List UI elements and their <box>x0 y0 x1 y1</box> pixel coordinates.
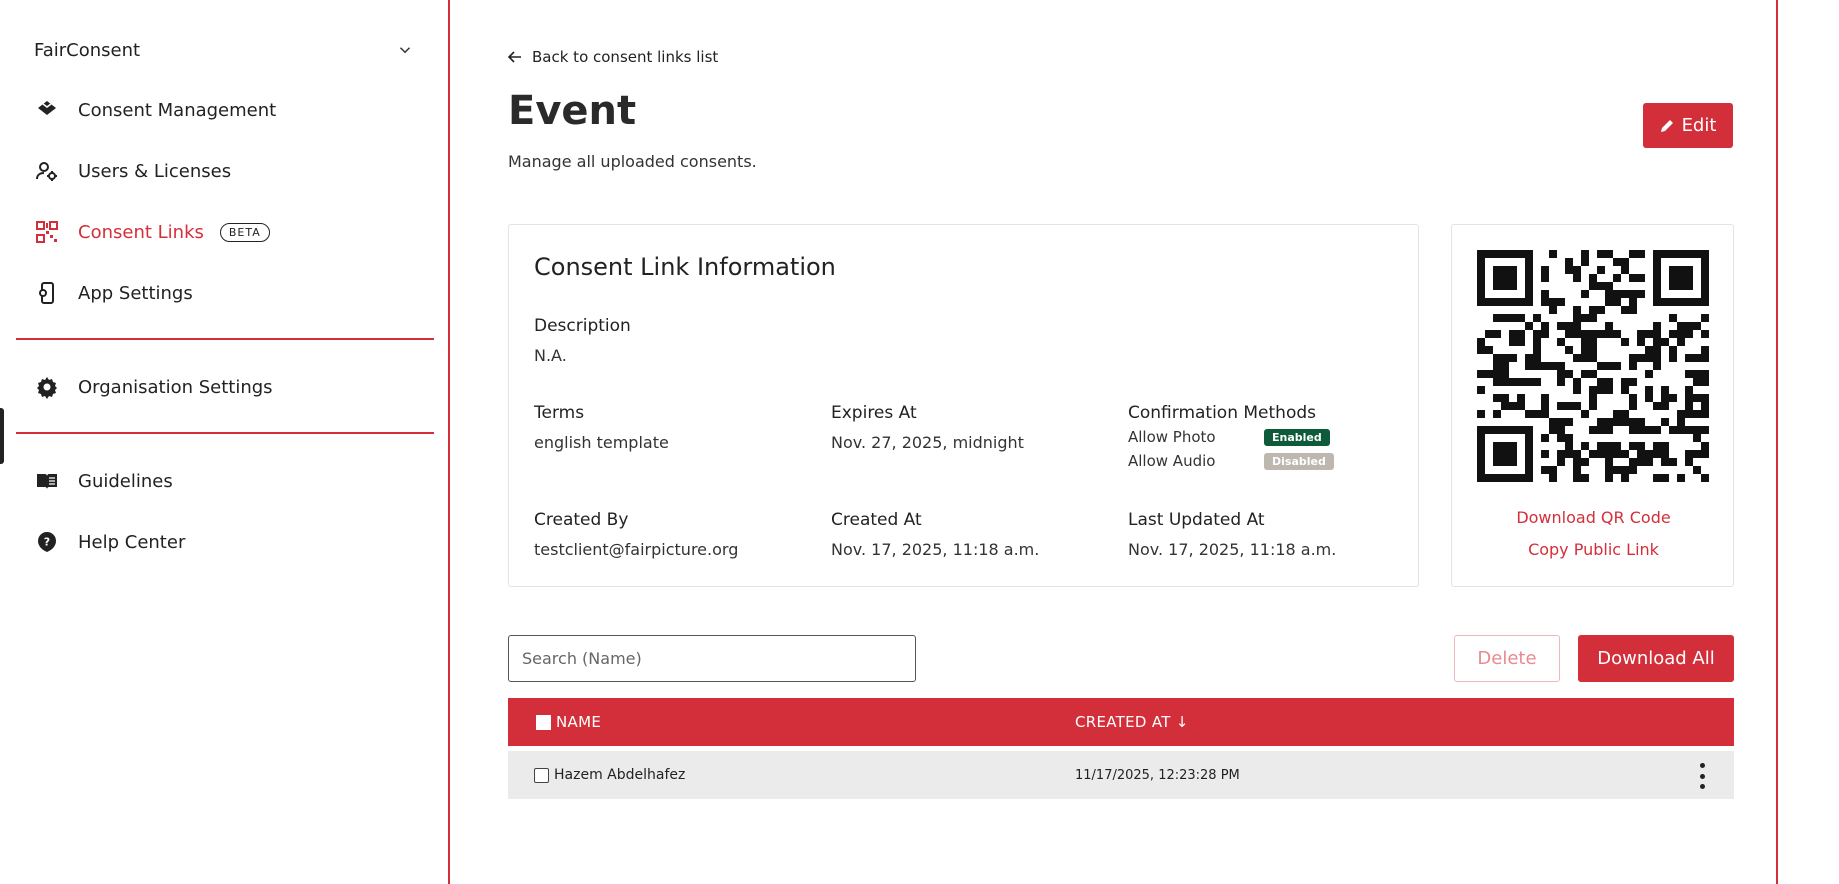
copy-public-link[interactable]: Copy Public Link <box>1452 540 1735 559</box>
column-label: NAME <box>556 713 602 731</box>
sidebar-collapse-handle[interactable] <box>0 408 4 464</box>
help-icon: ? <box>34 529 60 555</box>
delete-button[interactable]: Delete <box>1454 635 1560 682</box>
created-at-cell: 11/17/2025, 12:23:28 PM <box>1075 767 1240 783</box>
method-row: Allow Audio Disabled <box>1128 449 1334 473</box>
sidebar-item-users-licenses[interactable]: Users & Licenses <box>34 151 231 191</box>
book-icon <box>34 468 60 494</box>
created-by-label: Created By <box>534 510 629 530</box>
updated-at-label: Last Updated At <box>1128 510 1265 530</box>
terms-value: english template <box>534 433 669 452</box>
expires-field: Expires At Nov. 27, 2025, midnight <box>831 403 1024 452</box>
info-card-title: Consent Link Information <box>534 253 836 281</box>
sidebar-item-label: Organisation Settings <box>78 376 273 398</box>
download-all-button[interactable]: Download All <box>1578 635 1734 682</box>
created-at-field: Created At Nov. 17, 2025, 11:18 a.m. <box>831 510 1039 559</box>
expires-value: Nov. 27, 2025, midnight <box>831 433 1024 452</box>
edit-button[interactable]: Edit <box>1643 103 1733 148</box>
method-name: Allow Audio <box>1128 452 1216 470</box>
expires-label: Expires At <box>831 403 917 423</box>
confirmation-methods-label: Confirmation Methods <box>1128 403 1317 423</box>
select-all-checkbox[interactable] <box>536 714 551 730</box>
method-name: Allow Photo <box>1128 428 1216 446</box>
sidebar-item-guidelines[interactable]: Guidelines <box>34 461 173 501</box>
sidebar-item-help-center[interactable]: ? Help Center <box>34 522 185 562</box>
row-checkbox[interactable] <box>534 767 549 783</box>
sidebar: FairConsent Consent Management Users & L… <box>0 0 450 884</box>
gear-icon <box>34 374 60 400</box>
sidebar-item-label: Users & Licenses <box>78 160 232 182</box>
created-by-value: testclient@fairpicture.org <box>534 540 739 559</box>
edit-button-label: Edit <box>1681 115 1717 136</box>
page-title: Event <box>508 88 637 134</box>
table-row[interactable]: Hazem Abdelhafez 11/17/2025, 12:23:28 PM <box>508 751 1734 799</box>
sidebar-divider <box>16 432 434 434</box>
main-content: Back to consent links list Event Manage … <box>508 0 1734 884</box>
sidebar-item-organisation-settings[interactable]: Organisation Settings <box>34 367 273 407</box>
beta-badge: BETA <box>219 222 270 242</box>
sidebar-item-label: Consent Management <box>78 99 277 121</box>
arrow-left-icon <box>508 51 521 63</box>
org-name: FairConsent <box>34 39 141 61</box>
sidebar-item-consent-links[interactable]: Consent Links BETA <box>34 212 270 252</box>
more-options-icon[interactable] <box>1694 763 1710 789</box>
chevron-down-icon <box>399 47 411 54</box>
download-qr-link[interactable]: Download QR Code <box>1452 508 1735 527</box>
svg-text:?: ? <box>44 536 50 549</box>
back-link-label: Back to consent links list <box>532 48 719 66</box>
sidebar-item-label: App Settings <box>78 282 193 304</box>
row-name: Hazem Abdelhafez <box>554 767 686 783</box>
user-gear-icon <box>34 158 60 184</box>
search-input[interactable] <box>508 635 916 682</box>
layers-icon <box>34 97 60 123</box>
status-badge: Disabled <box>1264 452 1334 470</box>
sidebar-item-label: Consent Links <box>78 221 204 243</box>
table-header: NAME CREATED AT ↓ <box>508 698 1734 746</box>
consent-info-card: Consent Link Information Description N.A… <box>508 224 1419 587</box>
description-label: Description <box>534 316 631 336</box>
content-right-border <box>1776 0 1778 884</box>
created-at-label: Created At <box>831 510 922 530</box>
pencil-icon <box>1660 119 1673 132</box>
sidebar-item-app-settings[interactable]: App Settings <box>34 273 193 313</box>
qr-code-image <box>1477 250 1709 482</box>
created-at-column-header[interactable]: CREATED AT ↓ <box>1075 698 1189 746</box>
status-badge: Enabled <box>1264 428 1330 446</box>
created-by-field: Created By testclient@fairpicture.org <box>534 510 738 559</box>
sidebar-item-label: Help Center <box>78 531 186 553</box>
updated-at-field: Last Updated At Nov. 17, 2025, 11:18 a.m… <box>1128 510 1336 559</box>
confirmation-methods-field: Confirmation Methods Allow Photo Enabled… <box>1128 403 1334 473</box>
back-link[interactable]: Back to consent links list <box>508 48 718 66</box>
page-subtitle: Manage all uploaded consents. <box>508 152 757 171</box>
terms-label: Terms <box>534 403 585 423</box>
description-value: N.A. <box>534 346 567 365</box>
sidebar-item-label: Guidelines <box>78 470 173 492</box>
sidebar-item-consent-management[interactable]: Consent Management <box>34 90 276 130</box>
name-cell: Hazem Abdelhafez <box>534 751 685 799</box>
terms-field: Terms english template <box>534 403 669 452</box>
org-switcher[interactable]: FairConsent <box>34 36 414 64</box>
updated-at-value: Nov. 17, 2025, 11:18 a.m. <box>1128 540 1337 559</box>
device-settings-icon <box>34 280 60 306</box>
column-label: CREATED AT ↓ <box>1075 713 1189 731</box>
sidebar-divider <box>16 338 434 340</box>
method-row: Allow Photo Enabled <box>1128 425 1334 449</box>
qr-code-icon <box>34 219 60 245</box>
name-column-header[interactable]: NAME <box>536 698 601 746</box>
qr-card: Download QR Code Copy Public Link <box>1451 224 1734 587</box>
created-at-value: Nov. 17, 2025, 11:18 a.m. <box>831 540 1040 559</box>
description-field: Description N.A. <box>534 316 631 365</box>
